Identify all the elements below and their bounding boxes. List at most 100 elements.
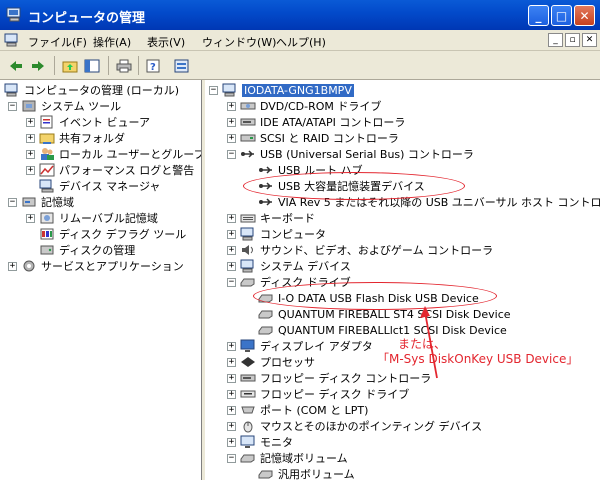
forward-button[interactable] <box>28 56 48 75</box>
collapse-toggle[interactable]: − <box>209 85 218 95</box>
device-label: サウンド、ビデオ、およびゲーム コントローラ <box>260 244 494 257</box>
menu-file[interactable]: ファイル(F) <box>28 34 87 50</box>
storage-icon <box>21 195 37 209</box>
tree-item-perf-logs[interactable]: + パフォーマンス ログと警告 <box>26 162 194 178</box>
device-category-floppy-drive[interactable]: + フロッピー ディスク ドライブ <box>227 386 409 402</box>
expand-toggle[interactable]: + <box>227 373 236 383</box>
disk-management-icon <box>39 243 55 257</box>
tree-item-storage[interactable]: − 記憶域 <box>8 194 74 210</box>
properties-button[interactable] <box>172 56 192 75</box>
svg-text:?: ? <box>150 62 156 73</box>
device-category-ports[interactable]: + ポート (COM と LPT) <box>227 402 368 418</box>
device-category-floppy-controller[interactable]: + フロッピー ディスク コントローラ <box>227 370 431 386</box>
event-viewer-icon <box>39 115 55 129</box>
tree-item-event-viewer[interactable]: + イベント ビューア <box>26 114 150 130</box>
expand-toggle[interactable]: + <box>26 165 35 175</box>
tree-item-removable-storage[interactable]: + リムーバブル記憶域 <box>26 210 158 226</box>
expand-toggle[interactable]: + <box>227 341 236 351</box>
device-root-label: IODATA-GNG1BMPV <box>242 83 354 97</box>
expand-toggle[interactable]: + <box>227 101 236 111</box>
minimize-button[interactable]: _ <box>528 5 549 26</box>
mdi-close-button[interactable]: ✕ <box>582 33 597 47</box>
help-button[interactable]: ? <box>144 56 164 75</box>
device-category-mouse[interactable]: + マウスとそのほかのポインティング デバイス <box>227 418 482 434</box>
device-category-processor[interactable]: + プロセッサ <box>227 354 315 370</box>
device-label: SCSI と RAID コントローラ <box>260 132 399 145</box>
device-category-sound[interactable]: + サウンド、ビデオ、およびゲーム コントローラ <box>227 242 493 258</box>
device-category-scsi[interactable]: + SCSI と RAID コントローラ <box>227 130 399 146</box>
expand-toggle[interactable]: + <box>227 213 236 223</box>
tree-item-device-manager[interactable]: デバイス マネージャ <box>39 178 160 194</box>
device-category-monitor[interactable]: + モニタ <box>227 434 293 450</box>
expand-toggle[interactable]: + <box>8 261 17 271</box>
expand-toggle[interactable]: + <box>227 245 236 255</box>
maximize-button[interactable]: □ <box>551 5 572 26</box>
expand-toggle[interactable]: + <box>227 389 236 399</box>
expand-toggle[interactable]: + <box>227 421 236 431</box>
floppy-controller-icon <box>240 371 256 385</box>
tree-item-disk-management[interactable]: ディスクの管理 <box>39 242 135 258</box>
device-label: QUANTUM FIREBALLlct1 SCSI Disk Device <box>278 323 507 337</box>
toolbar-separator <box>108 56 109 75</box>
collapse-toggle[interactable]: − <box>8 197 17 207</box>
tree-item-services-apps[interactable]: + サービスとアプリケーション <box>8 258 184 274</box>
computer-management-icon <box>4 83 20 97</box>
expand-toggle[interactable]: + <box>227 405 236 415</box>
expand-toggle[interactable]: + <box>26 117 35 127</box>
device-category-keyboard[interactable]: + キーボード <box>227 210 315 226</box>
expand-toggle[interactable]: + <box>26 133 35 143</box>
up-level-button[interactable] <box>60 56 80 75</box>
expand-toggle[interactable]: + <box>227 357 236 367</box>
speaker-icon <box>240 243 256 257</box>
device-category-volumes[interactable]: − 記憶域ボリューム <box>227 450 348 466</box>
menu-view[interactable]: 表示(V) <box>147 34 185 50</box>
expand-toggle[interactable]: + <box>227 229 236 239</box>
menu-action[interactable]: 操作(A) <box>93 34 131 50</box>
tree-item-system-tools[interactable]: − システム ツール <box>8 98 121 114</box>
device-category-system-devices[interactable]: + システム デバイス <box>227 258 351 274</box>
tree-item-local-users[interactable]: + ローカル ユーザーとグループ <box>26 146 201 162</box>
device-label: マウスとそのほかのポインティング デバイス <box>260 420 483 433</box>
expand-toggle[interactable]: + <box>227 261 236 271</box>
mdi-minimize-button[interactable]: _ <box>548 33 563 47</box>
tree-label: ディスクの管理 <box>59 244 136 257</box>
tree-item-defrag[interactable]: ディスク デフラグ ツール <box>39 226 186 242</box>
collapse-toggle[interactable]: − <box>227 149 236 159</box>
device-tree-pane[interactable]: − IODATA-GNG1BMPV + DVD/CD-ROM ドライブ + ID… <box>205 80 600 480</box>
device-root[interactable]: − IODATA-GNG1BMPV <box>209 82 354 98</box>
tree-root[interactable]: コンピュータの管理 (ローカル) <box>4 82 179 98</box>
device-category-display[interactable]: + ディスプレイ アダプタ <box>227 338 373 354</box>
collapse-toggle[interactable]: − <box>227 277 236 287</box>
device-disk-quantum-lct1[interactable]: QUANTUM FIREBALLlct1 SCSI Disk Device <box>258 322 507 338</box>
menu-help[interactable]: ヘルプ(H) <box>276 34 326 50</box>
console-tree-pane[interactable]: コンピュータの管理 (ローカル) − システム ツール + イベント ビューア … <box>0 80 202 480</box>
menu-window[interactable]: ウィンドウ(W) <box>202 34 276 50</box>
device-category-usb[interactable]: − USB (Universal Serial Bus) コントローラ <box>227 146 474 162</box>
device-manager-icon <box>39 179 55 193</box>
print-button[interactable] <box>114 56 134 75</box>
expand-toggle[interactable]: + <box>26 149 35 159</box>
mmc-icon[interactable] <box>4 33 20 47</box>
collapse-toggle[interactable]: − <box>227 453 236 463</box>
device-category-computer[interactable]: + コンピュータ <box>227 226 326 242</box>
device-label: キーボード <box>260 212 315 225</box>
device-category-dvd[interactable]: + DVD/CD-ROM ドライブ <box>227 98 381 114</box>
title-bar[interactable]: コンピュータの管理 _ □ ✕ <box>0 0 600 30</box>
mdi-restore-button[interactable]: ▫ <box>565 33 580 47</box>
device-generic-volume[interactable]: 汎用ボリューム <box>258 466 355 480</box>
floppy-drive-icon <box>240 387 256 401</box>
display-adapter-icon <box>240 339 256 353</box>
device-label: 汎用ボリューム <box>278 468 355 480</box>
device-category-ide[interactable]: + IDE ATA/ATAPI コントローラ <box>227 114 405 130</box>
show-hide-tree-button[interactable] <box>82 56 102 75</box>
collapse-toggle[interactable]: − <box>8 101 17 111</box>
scsi-controller-icon <box>240 131 256 145</box>
expand-toggle[interactable]: + <box>227 117 236 127</box>
tree-item-shared-folders[interactable]: + 共有フォルダ <box>26 130 125 146</box>
expand-toggle[interactable]: + <box>227 133 236 143</box>
help-icon: ? <box>146 59 160 73</box>
back-button[interactable] <box>6 56 26 75</box>
expand-toggle[interactable]: + <box>227 437 236 447</box>
expand-toggle[interactable]: + <box>26 213 35 223</box>
close-button[interactable]: ✕ <box>574 5 595 26</box>
